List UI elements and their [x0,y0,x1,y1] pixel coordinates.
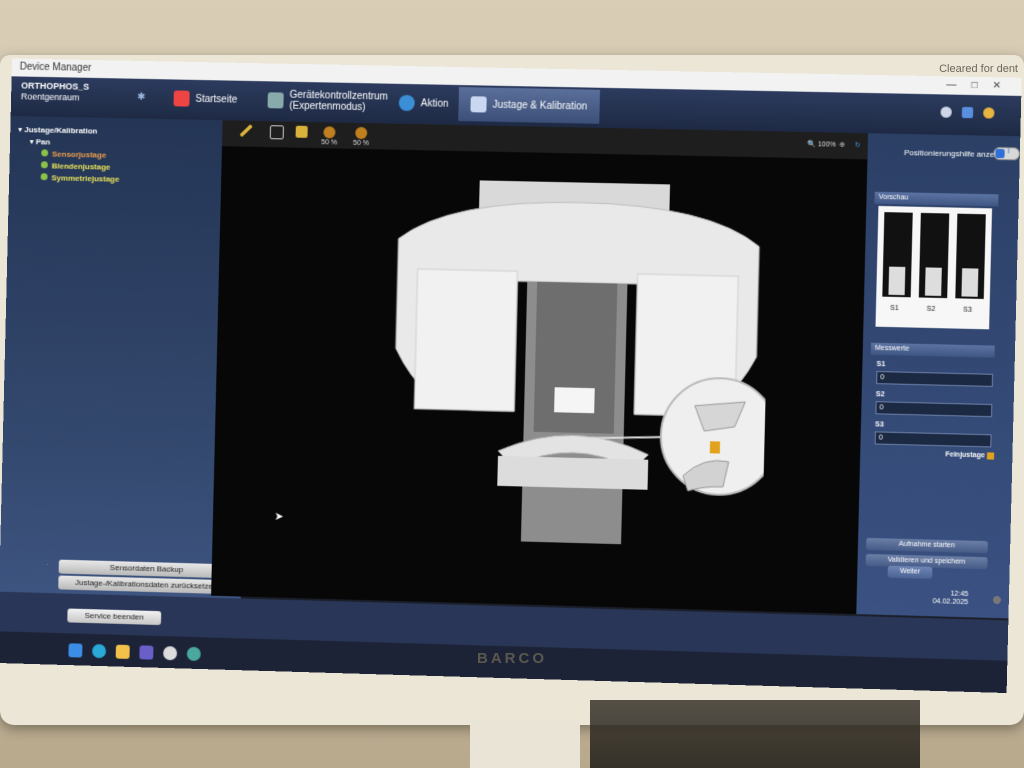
preview-image: S1 S2 S3 [875,205,993,330]
status-dot-icon [40,173,48,181]
start-capture-button[interactable]: Aufnahme starten [865,537,988,554]
s2-label: S2 [875,391,885,399]
crumb-aktion[interactable]: Aktion [398,86,449,121]
brightness-icon [295,125,308,138]
preview-label-s1: S1 [890,304,899,313]
fine-adjust[interactable]: Feinjustage [945,451,995,460]
status-dot-icon [41,149,49,157]
monitor-brand: BARCO [477,650,547,667]
zoom-value: 100% [817,141,837,149]
crumb-label: Aktion [420,97,449,110]
monitor-stand [470,720,580,768]
power-led-icon[interactable] [993,596,1001,604]
crumb-label: Startseite [195,93,238,106]
toggle-knob [995,148,1005,159]
zoom-in-tool[interactable]: ⊕ [839,141,845,149]
desk-cables [590,700,920,768]
end-service-button[interactable]: Service beenden [67,608,162,626]
crumb-label: Justage & Kalibration [492,99,588,113]
top-right-icons [940,106,995,119]
s1-label: S1 [876,360,886,369]
toggle-value: I [1007,148,1010,156]
s3-value: 0 [874,431,992,448]
right-panel: Positionierungshilfe anzeigen I Vorschau… [856,133,1021,619]
status-dot-icon [40,161,48,169]
fine-adjust-label: Feinjustage [945,451,985,460]
zoom-tool-b[interactable]: 50 % [352,126,370,148]
crumb-label: Gerätekontrollzentrum (Expertenmodus) [289,89,389,114]
tool-value: 50 % [321,139,338,147]
device-info: ORTHOPHOS_S Roentgenraum [21,80,89,103]
measurements-header[interactable]: Messwerte [870,342,995,358]
s3-label: S3 [875,421,884,429]
bezel-sticker: Cleared for dent [939,63,1018,75]
crumb-justage-kalibration[interactable]: Justage & Kalibration [458,87,600,124]
wrench-icon [267,92,284,109]
measure-tool[interactable] [240,124,253,138]
maximize-button[interactable]: □ [971,80,977,91]
brightness-tool[interactable] [295,125,308,139]
crumb-startseite[interactable]: Startseite [173,81,237,116]
settings-icon[interactable] [940,106,952,118]
play-icon [398,94,415,112]
home-icon [173,90,190,107]
refresh-tool[interactable]: ↻ [855,141,861,149]
ruler-icon [240,124,253,137]
navigation-tree: ▾ Justage/Kalibration ▾ Pan Sensorjustag… [17,124,121,186]
zoom-in-icon: ⊕ [839,141,846,149]
window-title: Device Manager [19,61,92,74]
mouse-cursor-icon: ➤ [274,510,284,524]
s1-value: 0 [876,371,994,387]
preview-label-s2: S2 [926,305,936,313]
device-room: Roentgenraum [20,91,80,103]
next-button[interactable]: Weiter [887,565,933,579]
contrast-icon [323,126,336,139]
status-icon[interactable] [983,107,995,119]
positioning-toggle[interactable]: I [993,146,1021,161]
preview-label-s3: S3 [963,306,972,314]
tree-item-symmetriejustage[interactable]: Symmetriejustage [40,172,119,186]
pin-icon[interactable]: ✱ [137,92,146,103]
device-illustration [381,180,771,545]
reset-calibration-button[interactable]: Justage-/Kalibrationsdaten zurücksetzen [58,575,235,595]
zoom-level[interactable]: 🔍 100% [807,140,836,149]
image-viewer: 50 % 50 % 🔍 100% ⊕ ↻ ➤ [211,120,869,615]
gamma-icon [355,126,368,140]
window-controls: — □ ✕ [934,76,1001,95]
refresh-icon: ↻ [854,142,861,150]
monitor-screen: Device Manager — □ ✕ ORTHOPHOS_S Roentge… [0,58,1022,694]
system-clock: 12:45 04.02.2025 [932,590,968,607]
windows-icon[interactable] [961,106,974,119]
calibration-icon [470,96,487,113]
zoom-tool-a[interactable]: 50 % [321,126,337,146]
preview-header[interactable]: Vorschau [874,191,999,207]
s2-value: 0 [875,401,993,418]
clock-date: 04.02.2025 [932,598,969,607]
fine-adjust-checkbox[interactable] [986,452,995,460]
close-button[interactable]: ✕ [993,80,1002,91]
tool-value: 50 % [352,139,370,148]
image-icon [269,125,284,140]
zoom-icon: 🔍 [807,141,818,149]
image-tool[interactable] [269,125,284,140]
minimize-button[interactable]: — [946,79,956,90]
crumb-geraetekontrollzentrum[interactable]: Gerätekontrollzentrum (Expertenmodus) [267,83,388,119]
